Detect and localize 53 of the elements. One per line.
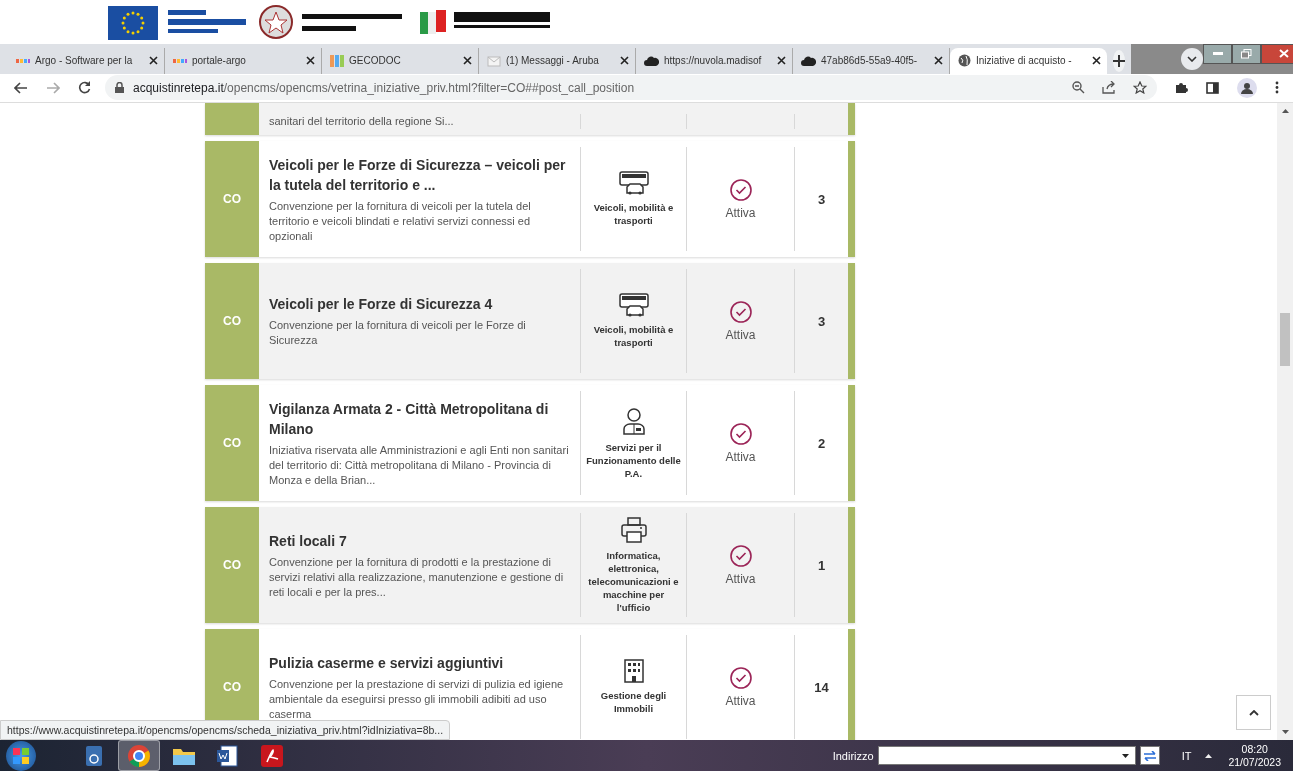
browser-tab[interactable]: (1) Messaggi - Aruba xyxy=(479,47,636,74)
category-label: Gestione degli Immobili xyxy=(599,689,668,715)
tab-title: 47ab86d5-55a9-40f5- xyxy=(821,55,919,67)
initiative-description: Convenzione per la fornitura di prodotti e la prestazione di servizi relativi alla realizzazione, manutenzione e gestione di reti locali e per la pres... xyxy=(269,554,565,600)
initiative-title[interactable]: Veicoli per le Forze di Sicurezza – veicoli per la tutela del territorio e ... xyxy=(269,154,570,195)
category-label: Veicoli, mobilità e trasporti xyxy=(592,201,675,227)
status-label: Attiva xyxy=(725,205,756,220)
browser-tab[interactable]: portale-argo xyxy=(165,47,322,74)
status-label: Attiva xyxy=(725,693,756,708)
category-label: Servizi per il Funzionamento delle P.A. xyxy=(585,440,682,480)
link-preview-bubble: https://www.acquistinretepa.it/opencms/opencms/scheda_iniziativa_priv.html?idIniziativa=8b... xyxy=(0,720,451,740)
tab-title: portale-argo xyxy=(192,55,247,67)
tab-title: (1) Messaggi - Aruba xyxy=(506,55,600,67)
initiative-title[interactable]: Veicoli per le Forze di Sicurezza 4 xyxy=(269,294,570,314)
type-badge: CO xyxy=(205,385,259,501)
count-value: 3 xyxy=(817,313,826,329)
browser-tab[interactable]: Argo - Software per la xyxy=(8,47,165,74)
count-value: 1 xyxy=(817,557,826,573)
type-badge: CO xyxy=(205,507,259,623)
address-bar[interactable]: acquistinretepa.it/opencms/opencms/vetrina_iniziative_priv.html?filter=CO##post_call_position xyxy=(105,75,1157,101)
initiative-description: Convenzione per la prestazione di servizi di pulizia ed igiene ambientale da eseguirsi presso gli immobili adibiti ad uso caserma xyxy=(269,676,565,722)
category-label: Veicoli, mobilità e trasporti xyxy=(592,323,675,349)
browser-tab[interactable]: Iniziative di acquisto - xyxy=(950,47,1107,74)
clock-time: 08:20 xyxy=(1241,742,1268,756)
initiative-card[interactable]: CO Veicoli per le Forze di Sicurezza 4 Convenzione per la fornitura di veicoli per le Forze di Sicurezza Veicoli, mobilità e trasporti Attiva 3 xyxy=(205,263,855,379)
browser-tab[interactable]: https://nuvola.madisof xyxy=(636,47,793,74)
tab-title: https://nuvola.madisof xyxy=(664,55,763,67)
browser-tab[interactable]: 47ab86d5-55a9-40f5- xyxy=(793,47,950,74)
count-value: 2 xyxy=(817,435,826,451)
status-label: Attiva xyxy=(725,449,756,464)
initiative-description: sanitari del territorio della regione Si... xyxy=(269,114,455,129)
tab-title: GECODOC xyxy=(349,55,402,67)
initiative-title[interactable]: Reti locali 7 xyxy=(269,530,570,551)
initiative-title[interactable]: Vigilanza Armata 2 - Città Metropolitana di Milano xyxy=(269,398,570,439)
url-text: acquistinretepa.it/opencms/opencms/vetrina_iniziative_priv.html?filter=CO##post_call_position xyxy=(133,80,635,95)
initiative-description: Convenzione per la fornitura di veicoli per le Forze di Sicurezza xyxy=(269,318,527,348)
initiative-title[interactable]: Pulizia caserme e servizi aggiuntivi xyxy=(269,652,570,673)
type-badge: CO xyxy=(205,263,259,379)
tab-title: Argo - Software per la xyxy=(35,55,134,67)
initiative-description: Convenzione per la fornitura di veicoli per la tutela del territorio e veicoli blindati e relativi servizi connessi ed opzionali xyxy=(269,198,532,244)
count-value: 3 xyxy=(817,191,826,207)
clock-date: 21/07/2023 xyxy=(1228,755,1281,769)
language-indicator[interactable]: IT xyxy=(1181,749,1192,762)
initiative-description: Iniziativa riservata alle Amministrazioni e agli Enti non sanitari del territorio di: Città metropolitana di Milano - Provincia di Monza e della Brian... xyxy=(269,442,570,488)
address-toolbar-label: Indirizzo xyxy=(832,749,874,762)
status-label: Attiva xyxy=(725,327,756,342)
category-label: Informatica, elettronica, telecomunicazioni e macchine per l'ufficio xyxy=(587,548,680,614)
browser-tab[interactable]: GECODOC xyxy=(322,47,479,74)
initiative-card[interactable]: sanitari del territorio della regione Si... xyxy=(205,103,855,135)
status-label: Attiva xyxy=(725,571,756,586)
tab-title: Iniziative di acquisto - xyxy=(976,55,1073,67)
type-badge: CO xyxy=(205,141,259,257)
count-value: 14 xyxy=(814,679,829,695)
